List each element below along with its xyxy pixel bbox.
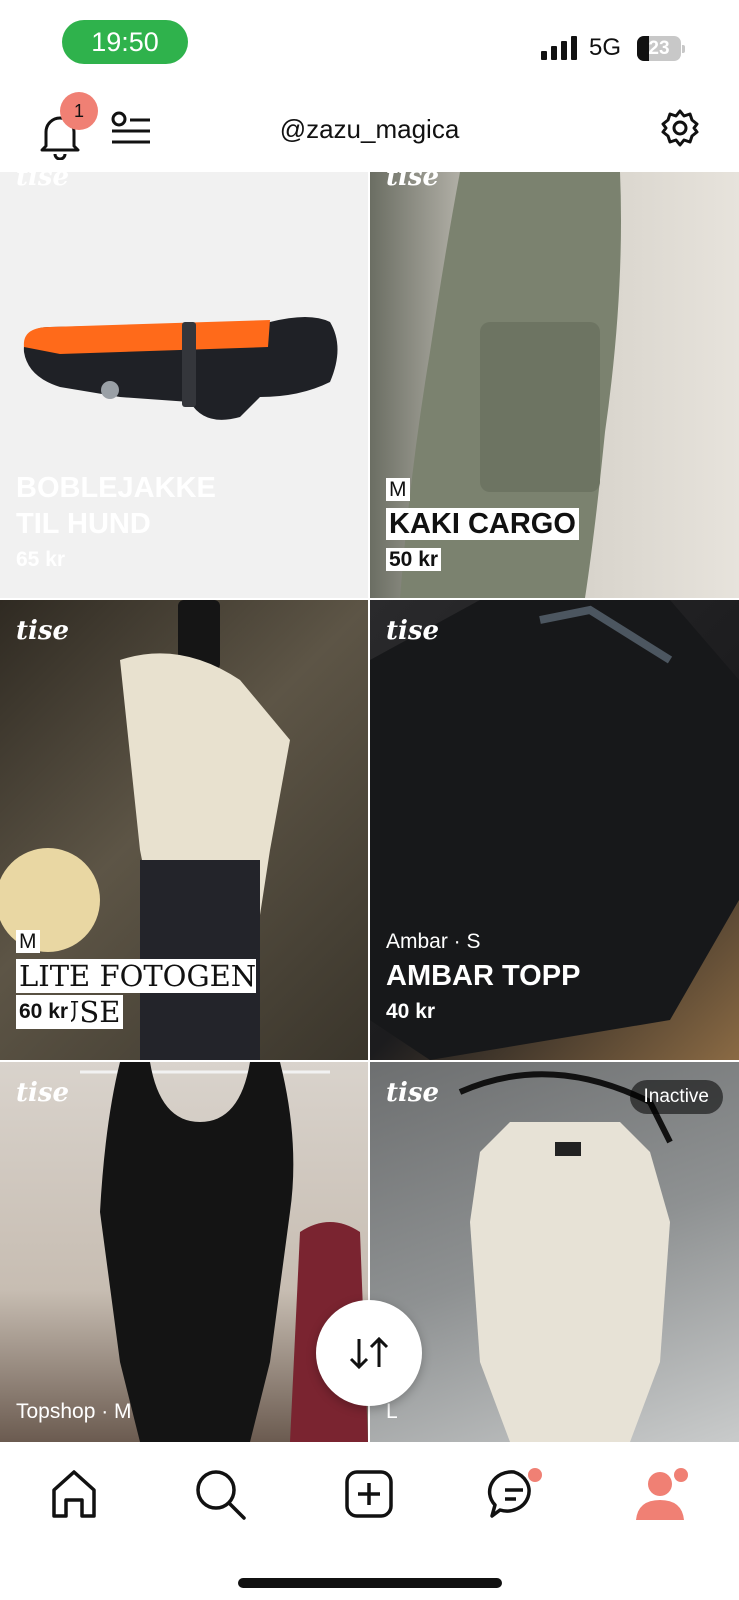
listing-meta: Topshop · M [16, 1400, 132, 1423]
profile-dot [674, 1468, 688, 1482]
add-icon[interactable] [341, 1466, 397, 1522]
listing-meta: Ambar · S [386, 930, 481, 953]
tab-bar [0, 1442, 739, 1600]
listing-card[interactable]: tise BOBLEJAKKE TIL HUND 65 kr [0, 172, 368, 598]
listing-card[interactable]: tise M KAKI CARGO 50 kr [370, 172, 739, 598]
tise-logo: tise [386, 616, 440, 646]
bodysuit-image [80, 1062, 368, 1442]
search-icon[interactable] [192, 1466, 248, 1522]
gear-icon[interactable] [660, 108, 700, 148]
listing-meta: M [16, 930, 40, 954]
listing-card[interactable]: tise Ambar · S AMBAR TOPP 40 kr [370, 600, 739, 1060]
tise-logo: tise [16, 616, 70, 646]
listing-card[interactable]: tise Topshop · M [0, 1062, 368, 1442]
username-title: @zazu_magica [279, 114, 460, 144]
sort-arrows-icon [349, 1336, 389, 1370]
signal-icon [541, 36, 577, 60]
listing-meta: L [386, 1400, 398, 1423]
home-indicator [238, 1578, 502, 1588]
listing-price: 40 kr [386, 1000, 436, 1023]
sort-button[interactable] [316, 1300, 422, 1406]
status-bar: 19:50 5G 23 [0, 0, 739, 84]
battery-icon: 23 [637, 36, 685, 61]
status-time: 19:50 [62, 20, 188, 64]
home-icon[interactable] [46, 1466, 102, 1522]
listing-title: KAKI CARGO [386, 506, 579, 542]
listing-title: AMBAR TOPP [386, 960, 581, 992]
listing-price: 50 kr [386, 548, 442, 572]
white-bodysuit-image [458, 1071, 673, 1442]
listing-price: 60 kr [16, 1000, 72, 1024]
profile-header: 1 @zazu_magica [0, 84, 739, 172]
tise-logo: tise [386, 1078, 440, 1108]
listing-title-line2: TIL HUND [16, 508, 151, 540]
battery-level: 23 [648, 37, 670, 59]
tise-logo: tise [16, 1078, 70, 1108]
listing-price: 65 kr [16, 548, 66, 571]
listings-grid: tise BOBLEJAKKE TIL HUND 65 kr tise M KA… [0, 172, 739, 1442]
network-label: 5G [589, 34, 622, 61]
listing-card[interactable]: tise M LITE FOTOGEN BLUSE 60 kr [0, 600, 368, 1060]
messages-dot [528, 1468, 542, 1482]
status-badge: Inactive [629, 1080, 723, 1114]
listing-meta: M [386, 478, 410, 502]
listing-card[interactable]: tise Inactive L [370, 1062, 739, 1442]
listing-title-line1: BOBLEJAKKE [16, 472, 216, 504]
